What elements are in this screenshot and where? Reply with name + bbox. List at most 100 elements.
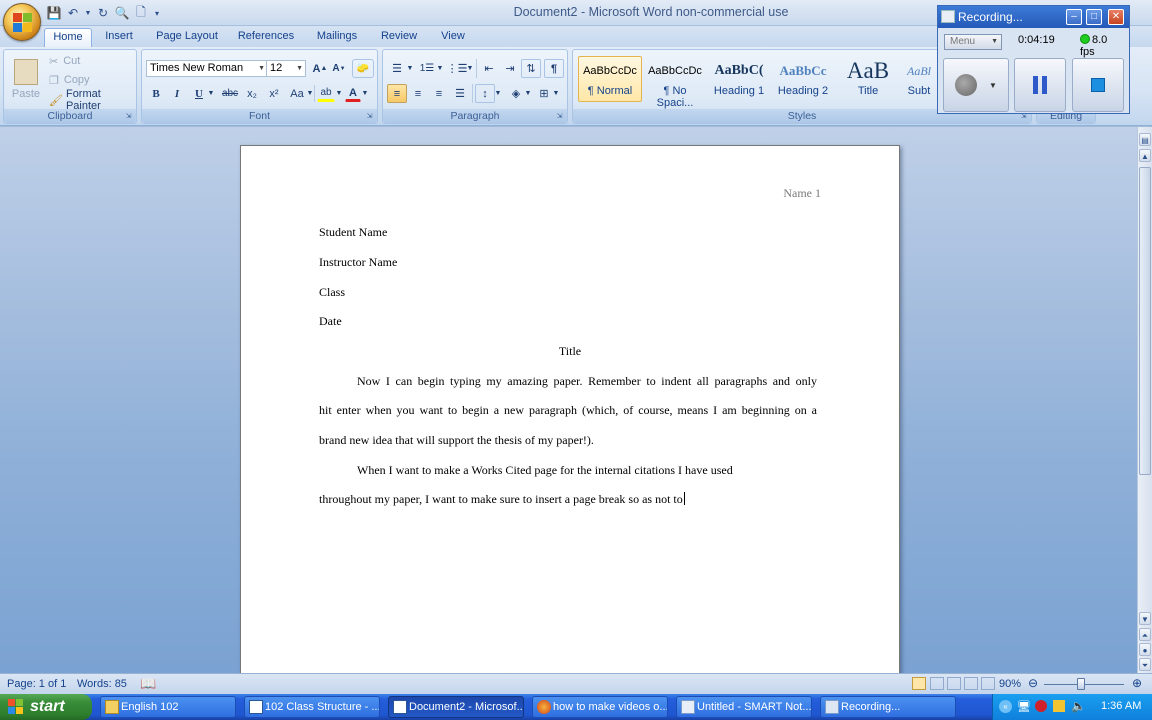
next-page-icon[interactable]: ⏷ bbox=[1139, 658, 1151, 671]
pause-button[interactable] bbox=[1014, 58, 1066, 112]
align-center-icon[interactable]: ≡ bbox=[408, 84, 428, 103]
taskbar-item-firefox[interactable]: how to make videos o... bbox=[532, 696, 668, 718]
browse-object-icon[interactable]: ● bbox=[1139, 643, 1151, 656]
tray-app-icon[interactable] bbox=[1053, 700, 1065, 712]
vertical-scrollbar[interactable]: ▤ ▲ ▼ ⏶ ● ⏷ bbox=[1137, 127, 1152, 673]
font-color-button[interactable]: A bbox=[345, 85, 361, 102]
scroll-down-icon[interactable]: ▼ bbox=[1139, 612, 1151, 625]
print-layout-icon[interactable] bbox=[912, 677, 926, 690]
line-spacing-icon[interactable]: ↕ bbox=[475, 84, 495, 103]
style-heading-2[interactable]: AaBbCc Heading 2 bbox=[771, 56, 835, 102]
underline-dropdown-icon[interactable]: ▼ bbox=[207, 85, 215, 102]
font-size-combo[interactable]: 12 ▼ bbox=[266, 60, 306, 77]
minimize-icon[interactable]: – bbox=[1066, 9, 1082, 25]
taskbar-item-class-structure[interactable]: 102 Class Structure - ... bbox=[244, 696, 380, 718]
decrease-indent-icon[interactable]: ⇤ bbox=[479, 59, 499, 78]
format-painter-button[interactable]: 🖌 Format Painter bbox=[48, 88, 136, 112]
tab-insert[interactable]: Insert bbox=[100, 28, 138, 47]
multilevel-dropdown-icon[interactable]: ▼ bbox=[466, 59, 474, 78]
full-screen-reading-icon[interactable] bbox=[930, 677, 944, 690]
shading-icon[interactable]: ◈ bbox=[507, 84, 525, 103]
style-subtitle[interactable]: AaBl Subt bbox=[901, 56, 937, 102]
taskbar-item-english-102[interactable]: English 102 bbox=[100, 696, 236, 718]
zoom-slider-knob[interactable] bbox=[1077, 678, 1085, 690]
style-normal[interactable]: AaBbCcDc ¶ Normal bbox=[578, 56, 642, 102]
taskbar-item-recording[interactable]: Recording... bbox=[820, 696, 956, 718]
ruler-toggle-icon[interactable]: ▤ bbox=[1139, 133, 1151, 146]
strikethrough-button[interactable]: abc bbox=[219, 85, 241, 102]
align-left-icon[interactable]: ≡ bbox=[387, 84, 407, 103]
volume-icon[interactable]: 🔈 bbox=[1071, 699, 1086, 713]
style-heading-1[interactable]: AaBbC( Heading 1 bbox=[707, 56, 771, 102]
record-button[interactable]: ▼ bbox=[943, 58, 1009, 112]
change-case-dropdown-icon[interactable]: ▼ bbox=[306, 85, 314, 102]
style-no-spacing[interactable]: AaBbCcDc ¶ No Spaci... bbox=[643, 56, 707, 109]
previous-page-icon[interactable]: ⏶ bbox=[1139, 628, 1151, 641]
antivirus-icon[interactable] bbox=[1035, 700, 1047, 712]
page-count[interactable]: Page: 1 of 1 bbox=[7, 678, 66, 690]
scroll-thumb[interactable] bbox=[1139, 167, 1151, 475]
style-title[interactable]: AaB Title bbox=[836, 56, 900, 102]
tray-arrow-icon[interactable]: « bbox=[999, 700, 1012, 713]
zoom-in-icon[interactable]: ⊕ bbox=[1132, 676, 1142, 690]
clear-formatting-icon[interactable]: 🧽 bbox=[352, 59, 374, 78]
highlight-dropdown-icon[interactable]: ▼ bbox=[335, 85, 343, 102]
word-count[interactable]: Words: 85 bbox=[77, 678, 127, 690]
bold-button[interactable]: B bbox=[148, 85, 164, 102]
stop-button[interactable] bbox=[1072, 58, 1124, 112]
taskbar-item-document2[interactable]: Document2 - Microsof... bbox=[388, 696, 524, 718]
clipboard-launcher-icon[interactable]: ⇲ bbox=[124, 112, 133, 121]
recorder-menu-button[interactable]: Menu ▼ bbox=[944, 34, 1002, 50]
numbering-dropdown-icon[interactable]: ▼ bbox=[436, 59, 444, 78]
borders-dropdown-icon[interactable]: ▼ bbox=[552, 84, 560, 103]
zoom-level[interactable]: 90% bbox=[999, 678, 1021, 690]
change-case-button[interactable]: Aa bbox=[287, 85, 307, 102]
tab-references[interactable]: References bbox=[234, 28, 298, 47]
copy-button[interactable]: ❐ Copy bbox=[48, 72, 91, 88]
font-launcher-icon[interactable]: ⇲ bbox=[365, 112, 374, 121]
taskbar-item-smart-notebook[interactable]: Untitled - SMART Not... bbox=[676, 696, 812, 718]
web-layout-icon[interactable] bbox=[947, 677, 961, 690]
superscript-button[interactable]: x² bbox=[265, 85, 283, 102]
increase-indent-icon[interactable]: ⇥ bbox=[500, 59, 520, 78]
bullets-dropdown-icon[interactable]: ▼ bbox=[406, 59, 414, 78]
shading-dropdown-icon[interactable]: ▼ bbox=[524, 84, 532, 103]
sort-icon[interactable]: ⇅ bbox=[521, 59, 541, 78]
proofing-icon[interactable]: 📖 bbox=[140, 676, 156, 692]
paragraph-launcher-icon[interactable]: ⇲ bbox=[555, 112, 564, 121]
outline-icon[interactable] bbox=[964, 677, 978, 690]
underline-button[interactable]: U bbox=[191, 85, 207, 102]
highlight-icon[interactable]: ab bbox=[317, 85, 335, 102]
system-clock[interactable]: 1:36 AM bbox=[1101, 700, 1141, 712]
font-name-combo[interactable]: Times New Roman ▼ bbox=[146, 60, 268, 77]
font-color-dropdown-icon[interactable]: ▼ bbox=[361, 85, 369, 102]
justify-icon[interactable]: ☰ bbox=[450, 84, 470, 103]
tab-page-layout[interactable]: Page Layout bbox=[152, 28, 222, 47]
maximize-icon[interactable]: □ bbox=[1086, 9, 1102, 25]
close-icon[interactable]: ✕ bbox=[1108, 9, 1124, 25]
multilevel-list-icon[interactable]: ⋮☰ bbox=[447, 59, 468, 78]
numbering-icon[interactable]: 1☰ bbox=[417, 59, 437, 78]
start-button[interactable]: start bbox=[0, 694, 92, 720]
tab-home[interactable]: Home bbox=[44, 28, 92, 47]
italic-button[interactable]: I bbox=[169, 85, 185, 102]
align-right-icon[interactable]: ≡ bbox=[429, 84, 449, 103]
document-page[interactable]: Name 1 Student Name Instructor Name Clas… bbox=[240, 145, 900, 673]
draft-icon[interactable] bbox=[981, 677, 995, 690]
network-icon[interactable]: 🖥 bbox=[1017, 700, 1031, 713]
bullets-icon[interactable]: ☰ bbox=[387, 59, 407, 78]
tab-mailings[interactable]: Mailings bbox=[312, 28, 362, 47]
office-button[interactable] bbox=[3, 3, 41, 41]
grow-font-icon[interactable]: A ▲ bbox=[311, 60, 329, 77]
zoom-out-icon[interactable]: ⊖ bbox=[1028, 676, 1038, 690]
subscript-button[interactable]: x₂ bbox=[243, 85, 261, 102]
cut-button[interactable]: ✂ Cut bbox=[48, 53, 81, 69]
scroll-up-icon[interactable]: ▲ bbox=[1139, 149, 1151, 162]
shrink-font-icon[interactable]: A ▼ bbox=[330, 60, 348, 77]
paste-button[interactable]: Paste bbox=[8, 52, 44, 106]
tab-review[interactable]: Review bbox=[378, 28, 420, 47]
tab-view[interactable]: View bbox=[436, 28, 470, 47]
line-spacing-dropdown-icon[interactable]: ▼ bbox=[494, 84, 502, 103]
borders-icon[interactable]: ⊞ bbox=[535, 84, 553, 103]
show-formatting-button[interactable]: ¶ bbox=[544, 59, 564, 78]
